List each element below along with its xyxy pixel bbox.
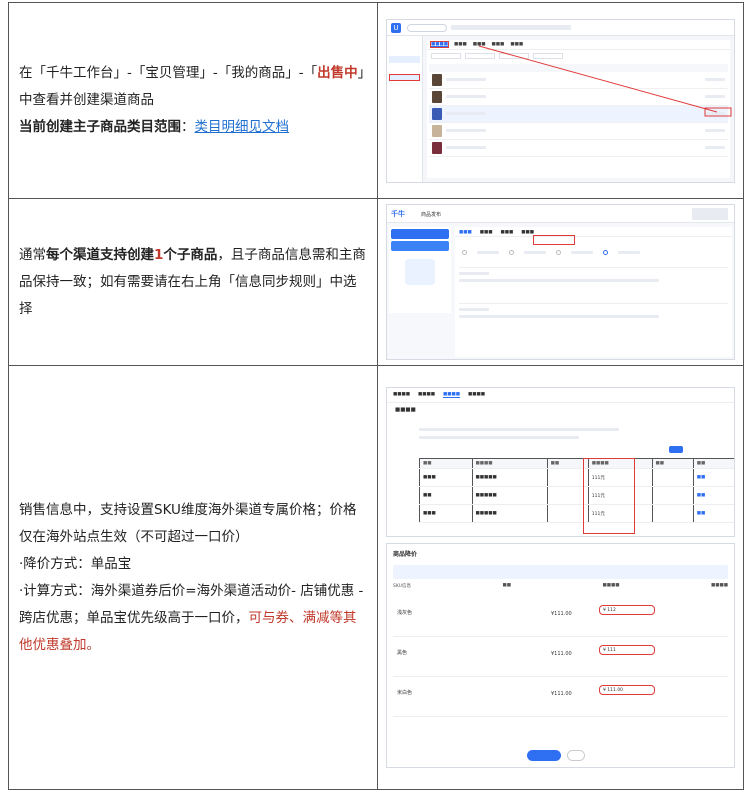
save-button[interactable] xyxy=(527,750,561,761)
row2-image-cell: 千牛 商品发布 ■■■ ■■■ ■■■ ■■■ xyxy=(377,198,744,366)
highlight-box xyxy=(583,458,635,534)
row1-paragraph1: 在「千牛工作台」-「宝贝管理」-「我的商品」-「出售中」中查看并创建渠道商品 xyxy=(19,65,365,108)
qianniu-brand: 千牛 xyxy=(391,210,405,218)
back-button[interactable] xyxy=(567,750,585,761)
price-input[interactable]: ¥ 111 xyxy=(599,645,655,655)
sku-row: 黑色 ¥111.00 ¥ 111 xyxy=(393,637,728,677)
on-sale-highlight: 出售中 xyxy=(317,65,358,81)
price-input[interactable]: ¥ 111.00 xyxy=(599,685,655,695)
annotation-arrow xyxy=(478,45,732,116)
row2-paragraph: 通常每个渠道支持创建1个子商品，且子商品信息需和主商品保持一致；如有需要请在右上… xyxy=(19,246,366,317)
category-doc-link[interactable]: 类目明细见文档 xyxy=(195,119,290,135)
row3-line1: 销售信息中，支持设置SKU维度海外渠道专属价格；价格仅在海外站点生效（不可超过一… xyxy=(19,501,357,545)
sales-info-screenshot: ■■■■ ■■■■ ■■■■ ■■■■ ■■■■ ■■ ■■■■ ■■ ■■■■ ■■ ■■ ■… xyxy=(386,387,735,537)
price-input[interactable]: ¥ 112 xyxy=(599,605,655,615)
row1-image-cell: U ■■■■ ■■■ ■■■ ■■■ ■■■ xyxy=(377,2,744,199)
row2-text-cell: 通常每个渠道支持创建1个子商品，且子商品信息需和主商品保持一致；如有需要请在右上… xyxy=(8,198,378,366)
row3-image-cell: ■■■■ ■■■■ ■■■■ ■■■■ ■■■■ ■■ ■■■■ ■■ ■■■■ ■■ ■■ ■… xyxy=(377,365,744,790)
row3-text-cell: 销售信息中，支持设置SKU维度海外渠道专属价格；价格仅在海外站点生效（不可超过一… xyxy=(8,365,378,790)
dialog-title: 商品降价 xyxy=(393,551,418,558)
page-name: 商品发布 xyxy=(421,212,442,218)
row1-text-cell: 在「千牛工作台」-「宝贝管理」-「我的商品」-「出售中」中查看并创建渠道商品 当… xyxy=(8,2,378,199)
product-publish-screenshot: 千牛 商品发布 ■■■ ■■■ ■■■ ■■■ xyxy=(386,204,735,360)
highlight-box xyxy=(533,235,575,245)
sku-row: 米白色 ¥111.00 ¥ 111.00 xyxy=(393,677,728,717)
row3-line3: ·计算方式：海外渠道券后价=海外渠道活动价- 店铺优惠 - 跨店优惠；单品宝优先… xyxy=(19,582,364,653)
avatar xyxy=(692,208,728,220)
row1-paragraph2: 当前创建主子商品类目范围：类目明细见文档 xyxy=(19,119,290,135)
row3-line2: ·降价方式：单品宝 xyxy=(19,555,132,572)
price-reduction-dialog-screenshot: 商品降价 SKU信息 ■■ ■■■■ ■■■■ 浅灰色 ¥111.00 ¥ 112 黑… xyxy=(386,543,735,768)
qianniu-product-list-screenshot: U ■■■■ ■■■ ■■■ ■■■ ■■■ xyxy=(386,18,735,183)
illustration-icon xyxy=(405,259,435,285)
sku-row: 浅灰色 ¥111.00 ¥ 112 xyxy=(393,597,728,637)
